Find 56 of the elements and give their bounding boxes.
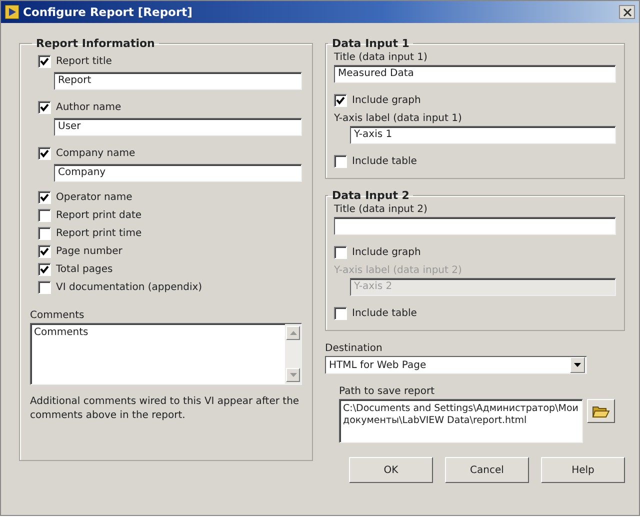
checkbox-label: Report print time	[56, 228, 142, 238]
y-axis-field[interactable]: Y-axis 1	[350, 126, 616, 144]
checkbox-label: Include graph	[352, 246, 421, 258]
close-button[interactable]	[619, 5, 635, 19]
checkbox[interactable]	[38, 226, 51, 240]
checkbox-label: Include table	[352, 308, 417, 318]
comments-note: Additional comments wired to this VI appear after the comments above in the report.	[30, 395, 300, 422]
checkbox[interactable]	[334, 154, 347, 168]
checkbox-label: Company name	[56, 148, 136, 158]
group-title: Data Input 2	[331, 189, 410, 202]
dialog-button[interactable]: OK	[349, 457, 433, 483]
checkbox[interactable]	[38, 146, 51, 160]
checkbox-label: Author name	[56, 102, 122, 112]
destination-dropdown[interactable]: HTML for Web Page	[325, 356, 587, 374]
checkbox[interactable]	[38, 100, 51, 114]
checkbox-label: Include graph	[352, 94, 421, 106]
field-label: Y-axis label (data input 2)	[334, 265, 463, 276]
title-field[interactable]: Measured Data	[334, 65, 616, 83]
checkbox[interactable]	[38, 190, 51, 204]
checkbox-label: Report title	[56, 56, 112, 66]
checkbox[interactable]	[334, 94, 347, 106]
checkbox[interactable]	[38, 208, 51, 222]
dialog-button[interactable]: Help	[541, 457, 625, 483]
checkbox[interactable]	[38, 280, 51, 294]
text-field[interactable]: Company	[54, 164, 302, 182]
field-label: Title (data input 2)	[334, 204, 428, 215]
field-label: Title (data input 1)	[334, 52, 428, 63]
checkbox-label: Total pages	[56, 264, 113, 274]
close-icon	[622, 8, 632, 16]
path-field[interactable]: C:\Documents and Settings\Администратор\Мои документы\LabVIEW Data\report.html	[339, 399, 583, 443]
checkbox[interactable]	[38, 262, 51, 276]
dropdown-arrow-icon	[574, 363, 581, 367]
checkbox[interactable]	[38, 54, 51, 68]
text-field[interactable]: User	[54, 118, 302, 136]
folder-icon	[592, 404, 610, 418]
checkbox[interactable]	[334, 246, 347, 258]
checkbox-label: Report print date	[56, 210, 142, 220]
path-label: Path to save report	[339, 386, 436, 397]
browse-button[interactable]	[587, 399, 615, 423]
destination-label: Destination	[325, 343, 384, 354]
checkbox[interactable]	[334, 306, 347, 320]
text-field[interactable]: Report	[54, 72, 302, 90]
title-field[interactable]	[334, 217, 616, 235]
dialog-button[interactable]: Cancel	[445, 457, 529, 483]
group-title: Report Information	[35, 37, 156, 50]
comments-label: Comments	[30, 310, 86, 321]
app-icon	[5, 5, 19, 19]
checkbox-label: Page number	[56, 246, 122, 256]
field-label: Y-axis label (data input 1)	[334, 113, 463, 124]
checkbox-label: VI documentation (appendix)	[56, 282, 202, 292]
checkbox-label: Operator name	[56, 192, 132, 202]
group-title: Data Input 1	[331, 37, 410, 50]
window-title: Configure Report [Report]	[23, 5, 194, 19]
checkbox-label: Include table	[352, 156, 417, 166]
checkbox[interactable]	[38, 244, 51, 258]
comments-field[interactable]: Comments	[30, 323, 302, 385]
